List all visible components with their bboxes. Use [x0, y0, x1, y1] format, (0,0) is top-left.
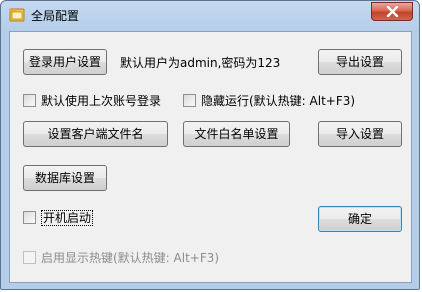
startup-checkbox[interactable]: 开机启动 [23, 210, 113, 226]
client-filename-button[interactable]: 设置客户端文件名 [23, 121, 168, 147]
checkbox-box[interactable] [23, 211, 36, 224]
close-button[interactable] [371, 2, 413, 21]
folder-window-icon [9, 8, 25, 22]
checkbox-box[interactable] [183, 94, 196, 107]
ok-button[interactable]: 确定 [318, 206, 402, 232]
title-bar[interactable]: 全局配置 [1, 1, 419, 31]
config-window: 全局配置 登录用户设置 默认用户为admin,密码为123 导出设置 默认使用上… [0, 0, 420, 290]
window-title: 全局配置 [31, 9, 80, 23]
dialog-client-area: 登录用户设置 默认用户为admin,密码为123 导出设置 默认使用上次账号登录… [9, 31, 412, 283]
enable-show-hotkey-label: 启用显示热键(默认热键: Alt+F3) [41, 251, 220, 265]
export-settings-button[interactable]: 导出设置 [318, 49, 402, 75]
import-settings-button[interactable]: 导入设置 [318, 121, 402, 147]
use-last-account-label: 默认使用上次账号登录 [41, 94, 162, 108]
close-icon [386, 6, 399, 17]
file-whitelist-button[interactable]: 文件白名单设置 [183, 121, 290, 147]
default-user-info: 默认用户为admin,密码为123 [120, 56, 281, 70]
use-last-account-checkbox[interactable]: 默认使用上次账号登录 [23, 93, 173, 109]
checkbox-box [23, 251, 36, 264]
enable-show-hotkey-checkbox: 启用显示热键(默认热键: Alt+F3) [23, 250, 223, 266]
database-settings-button[interactable]: 数据库设置 [23, 165, 107, 191]
hide-run-label: 隐藏运行(默认热键: Alt+F3) [201, 94, 356, 108]
checkbox-box[interactable] [23, 94, 36, 107]
login-user-settings-button[interactable]: 登录用户设置 [23, 49, 107, 75]
hide-run-checkbox[interactable]: 隐藏运行(默认热键: Alt+F3) [183, 93, 363, 109]
startup-label: 开机启动 [41, 210, 94, 226]
